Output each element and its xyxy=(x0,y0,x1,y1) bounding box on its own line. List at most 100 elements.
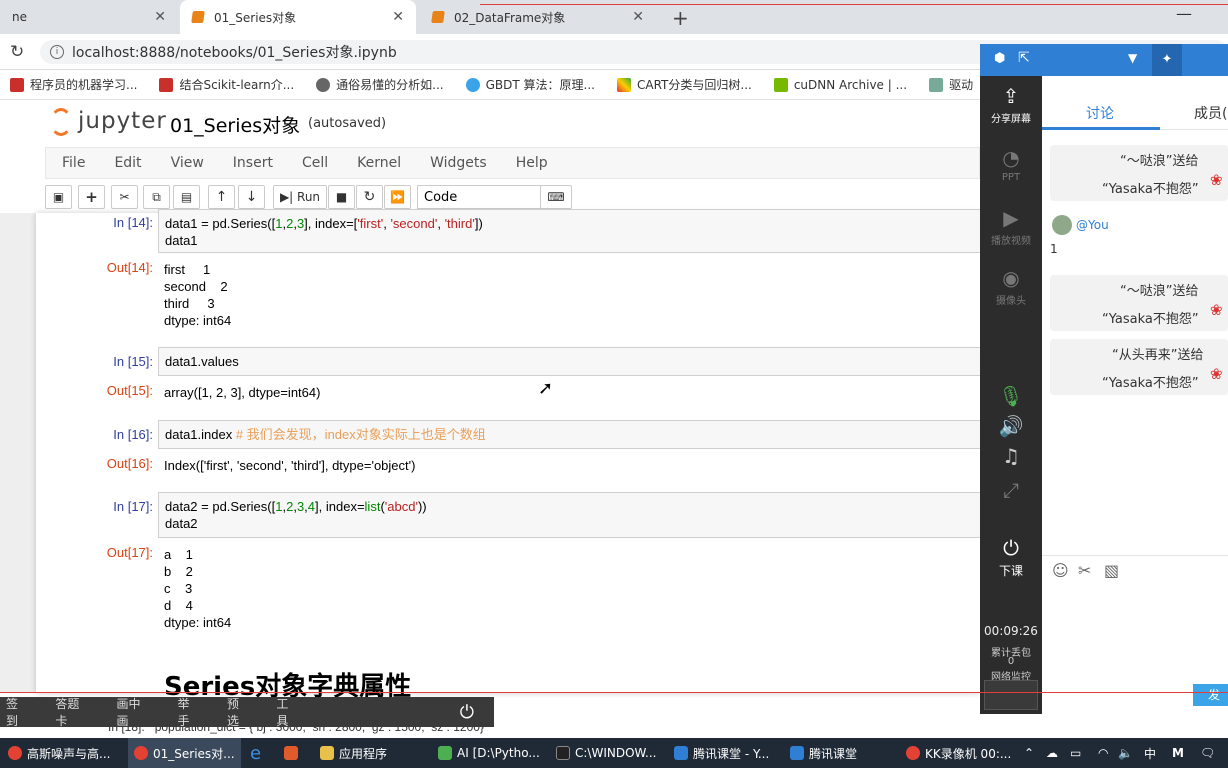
logo-icon: ⬢ xyxy=(994,51,1006,66)
code-cell-16[interactable]: data1.index # 我们会发现，index对象实际上也是个数组 xyxy=(158,420,980,449)
taskbar-item[interactable]: C:\WINDOW... xyxy=(556,738,656,768)
preselect-button[interactable]: 预选 xyxy=(227,695,250,729)
bookmark-item[interactable]: 程序员的机器学习... xyxy=(10,76,137,93)
cut-icon[interactable]: ✂ xyxy=(111,185,138,209)
taskbar-item[interactable]: 腾讯课堂 - Y... xyxy=(674,738,769,768)
pycharm-icon xyxy=(438,746,452,760)
keyboard-icon[interactable]: ⌨ xyxy=(540,185,572,209)
ppt-button[interactable]: ◔ PPT xyxy=(980,146,1042,183)
tab-members[interactable]: 成员( xyxy=(1194,103,1227,123)
cell-type-select[interactable]: Code▾ xyxy=(417,185,557,209)
share-screen-button[interactable]: ⇪ 分享屏幕 xyxy=(980,84,1042,125)
packet-loss-value: 0 xyxy=(1007,656,1015,667)
chat-text: 1 xyxy=(1050,242,1058,256)
notebook-title[interactable]: 01_Series对象 xyxy=(170,111,300,138)
play-video-button[interactable]: ▶ 播放视频 xyxy=(980,206,1042,247)
menu-cell[interactable]: Cell xyxy=(302,155,328,171)
menu-insert[interactable]: Insert xyxy=(233,155,273,171)
jupyter-logo-icon[interactable] xyxy=(50,108,72,136)
code-cell-17[interactable]: data2 = pd.Series([1,2,3,4], index=list(… xyxy=(158,492,980,538)
bookmark-item[interactable]: cuDNN Archive | ... xyxy=(773,77,907,92)
save-icon[interactable]: ▣ xyxy=(45,185,72,209)
external-icon[interactable]: ⇱ xyxy=(1018,50,1030,66)
bookmark-item[interactable]: GBDT 算法：原理... xyxy=(465,76,595,93)
code-cell-15[interactable]: data1.values xyxy=(158,347,980,376)
browser-tab-3[interactable]: 02_DataFrame对象 ✕ xyxy=(420,0,656,34)
answer-card-button[interactable]: 答题卡 xyxy=(55,695,90,729)
taskbar-item[interactable] xyxy=(284,738,298,768)
tab-discussion[interactable]: 讨论 xyxy=(1086,103,1114,123)
scissors-icon[interactable]: ✂ xyxy=(1078,561,1091,580)
cmd-icon xyxy=(556,746,570,760)
tools-button[interactable]: 工具 xyxy=(276,695,299,729)
fullscreen-icon[interactable]: ⤢ xyxy=(980,478,1042,504)
copy-icon[interactable]: ⧉ xyxy=(143,185,170,209)
taskbar-item[interactable]: AI [D:\Pytho... xyxy=(438,738,540,768)
menu-edit[interactable]: Edit xyxy=(114,155,141,171)
taskbar-item[interactable]: 腾讯课堂 xyxy=(790,738,857,768)
bookmark-item[interactable]: 驱动 xyxy=(929,76,973,93)
pin-icon[interactable]: ✦ xyxy=(1152,44,1182,76)
info-icon[interactable]: i xyxy=(50,45,64,59)
camera-button[interactable]: ◉ 摄像头 xyxy=(980,266,1042,307)
minimize-button[interactable]: — xyxy=(1176,4,1192,23)
browser-tab-2[interactable]: 01_Series对象 ✕ xyxy=(180,0,416,34)
paste-icon[interactable]: ▤ xyxy=(173,185,200,209)
restart-icon[interactable]: ↻ xyxy=(356,185,383,209)
end-class-button[interactable]: ⏻ 下课 xyxy=(980,536,1042,579)
image-icon[interactable]: ▧ xyxy=(1104,561,1119,580)
move-up-icon[interactable]: ↑ xyxy=(208,185,235,209)
ime-indicator[interactable]: 中 xyxy=(1144,738,1156,768)
out-prompt: Out[15]: xyxy=(106,383,153,398)
restart-run-all-icon[interactable]: ⏩ xyxy=(384,185,411,209)
pip-button[interactable]: 画中画 xyxy=(116,695,151,729)
run-button[interactable]: ▶| Run xyxy=(273,185,327,209)
send-button[interactable]: 发 xyxy=(1193,684,1228,706)
menu-help[interactable]: Help xyxy=(516,155,548,171)
tab-label: ne xyxy=(12,10,27,24)
volume-icon[interactable]: 🔊 xyxy=(980,414,1042,440)
taskbar-item[interactable]: 高斯噪声与高... xyxy=(8,738,110,768)
menu-file[interactable]: File xyxy=(62,155,85,171)
menu-kernel[interactable]: Kernel xyxy=(357,155,401,171)
wifi-icon[interactable]: ◠ xyxy=(1098,738,1108,768)
checkin-button[interactable]: 签到 xyxy=(6,695,29,729)
end-class-icon: ⏻ xyxy=(1003,536,1019,560)
volume-muted-icon[interactable]: 🔈 xyxy=(1118,738,1133,768)
chevron-down-icon[interactable]: ▼ xyxy=(1128,51,1137,65)
share-screen-icon: ⇪ xyxy=(1002,84,1020,108)
emoji-icon[interactable]: ☺ xyxy=(1052,561,1069,580)
raise-hand-button[interactable]: 举手 xyxy=(178,695,201,729)
move-down-icon[interactable]: ↓ xyxy=(238,185,265,209)
menu-view[interactable]: View xyxy=(171,155,204,171)
weather-icon[interactable]: ☁ xyxy=(1046,738,1058,768)
menu-widgets[interactable]: Widgets xyxy=(430,155,487,171)
close-icon[interactable]: ✕ xyxy=(632,9,644,25)
device-icon[interactable]: ▭ xyxy=(1070,738,1081,768)
power-icon[interactable]: ⏻ xyxy=(460,702,474,723)
bookmark-item[interactable]: 结合Scikit-learn介... xyxy=(159,76,294,93)
bookmark-icon xyxy=(10,77,24,92)
taskbar-item[interactable]: KK录像机 00:... xyxy=(906,738,1011,768)
close-icon[interactable]: ✕ xyxy=(392,9,404,25)
notification-icon[interactable]: 🗨 xyxy=(1200,738,1215,768)
taskbar-item[interactable]: 01_Series对... xyxy=(128,738,241,768)
avatar xyxy=(1052,215,1072,235)
taskbar-item[interactable]: 应用程序 xyxy=(320,738,387,768)
music-icon[interactable]: ♫ xyxy=(980,444,1042,470)
bookmark-item[interactable]: CART分类与回归树... xyxy=(617,76,752,93)
edge-icon[interactable]: e xyxy=(250,738,261,768)
browser-tab-1[interactable]: ne ✕ xyxy=(0,0,178,34)
bookmark-item[interactable]: 通俗易懂的分析如... xyxy=(316,76,444,93)
close-icon[interactable]: ✕ xyxy=(154,9,166,25)
play-video-icon: ▶ xyxy=(1003,206,1019,230)
code-cell-14[interactable]: data1 = pd.Series([1,2,3], index=['first… xyxy=(158,209,980,253)
divider xyxy=(1042,555,1228,556)
tray-app-icon[interactable]: M xyxy=(1172,738,1184,768)
mic-icon[interactable]: 🎙 xyxy=(980,384,1042,410)
reload-icon[interactable]: ↻ xyxy=(10,42,24,62)
stop-icon[interactable]: ■ xyxy=(328,185,355,209)
new-tab-button[interactable]: + xyxy=(672,6,689,30)
tray-chevron-icon[interactable]: ⌃ xyxy=(1024,738,1034,768)
add-cell-icon[interactable]: + xyxy=(78,185,105,209)
